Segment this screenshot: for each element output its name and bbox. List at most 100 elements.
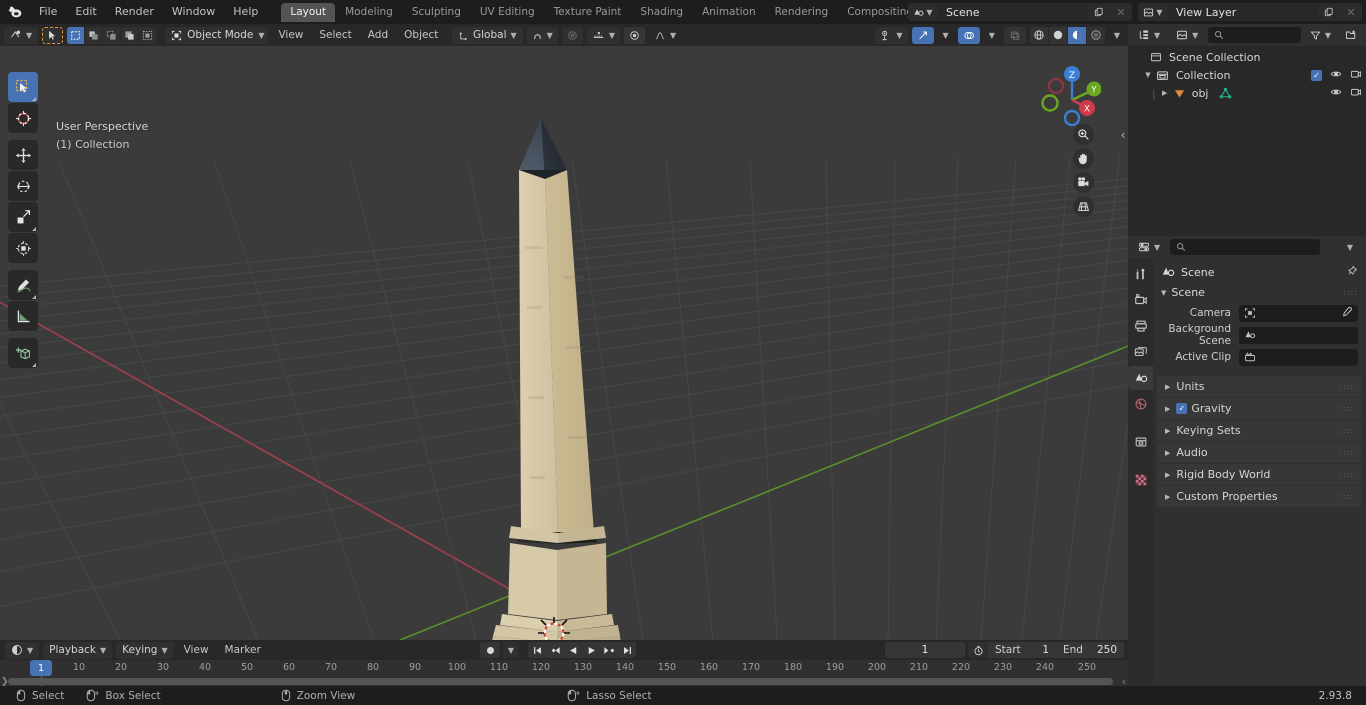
- new-scene-button[interactable]: [1088, 3, 1110, 21]
- collection-checkbox[interactable]: ✓: [1311, 69, 1322, 81]
- camera-eyedropper-icon[interactable]: [1341, 306, 1353, 321]
- camera-icon[interactable]: [1073, 172, 1094, 193]
- viewport-menu-select[interactable]: Select: [313, 27, 357, 44]
- auto-keyframe-button[interactable]: [480, 642, 500, 658]
- disclosure-triangle-collection[interactable]: ▼: [1142, 71, 1154, 79]
- unlink-scene-button[interactable]: ✕: [1110, 3, 1132, 21]
- auto-keyframe-dropdown[interactable]: ▼: [503, 642, 519, 658]
- wireframe-icon[interactable]: [1029, 26, 1048, 44]
- view-layer-name-field[interactable]: View Layer: [1168, 3, 1318, 21]
- timeline-menu-view[interactable]: View: [178, 642, 215, 659]
- active-clip-field[interactable]: [1239, 348, 1358, 366]
- previous-keyframe-button[interactable]: [546, 642, 564, 658]
- timeline-body[interactable]: 10 20 30 40 50 60 70 80 90 100 110 120 1…: [0, 660, 1128, 688]
- units-panel[interactable]: ▶ Units ::::: [1157, 376, 1362, 397]
- sidebar-toggle-arrow[interactable]: ‹: [1118, 124, 1128, 146]
- select-subtract-icon[interactable]: [103, 26, 121, 44]
- view-layer-icon[interactable]: ▼: [1138, 3, 1168, 21]
- snap-increment-icon[interactable]: ▼: [586, 26, 620, 44]
- jump-to-end-button[interactable]: [618, 642, 636, 658]
- cursor-tool[interactable]: [8, 103, 38, 133]
- outliner-row-scene-collection[interactable]: Scene Collection: [1128, 48, 1366, 66]
- properties-editor[interactable]: ▼ ▼ Scene ▼ Scene:::: Camera Background…: [1128, 236, 1366, 686]
- add-cube-tool[interactable]: [8, 338, 38, 368]
- properties-tab-tool[interactable]: [1128, 262, 1153, 286]
- scene-name-field[interactable]: Scene: [938, 3, 1088, 21]
- menu-file[interactable]: File: [30, 3, 66, 21]
- gravity-panel[interactable]: ▶ ✓ Gravity ::::: [1157, 398, 1362, 419]
- measure-tool[interactable]: [8, 301, 38, 331]
- disclosure-triangle-obj[interactable]: ▶: [1159, 89, 1171, 97]
- pan-hand-icon[interactable]: [1073, 148, 1094, 169]
- zoom-icon[interactable]: [1073, 124, 1094, 145]
- transform-tool[interactable]: [8, 233, 38, 263]
- scene-panel-header[interactable]: ▼ Scene ::::: [1153, 282, 1366, 303]
- play-reverse-button[interactable]: [564, 642, 582, 658]
- rendered-icon[interactable]: [1086, 26, 1105, 44]
- timeline-editor-icon[interactable]: ▼: [5, 641, 40, 659]
- transform-orientation-selector[interactable]: Global ▼: [452, 26, 523, 44]
- 3d-viewport[interactable]: User Perspective (1) Collection Z Y X ‹: [0, 46, 1128, 640]
- properties-tab-render[interactable]: [1128, 288, 1153, 312]
- gizmo-dropdown[interactable]: ▼: [938, 27, 954, 44]
- timeline-menu-marker[interactable]: Marker: [219, 642, 267, 659]
- outliner-editor[interactable]: ▼ ▼ ▼ Scene Collection ▼ Collection ✓ | …: [1128, 24, 1366, 236]
- proportional-edit-icon[interactable]: [561, 26, 583, 44]
- camera-field[interactable]: [1239, 304, 1358, 322]
- tab-layout[interactable]: Layout: [281, 2, 336, 22]
- pin-icon[interactable]: [1346, 265, 1358, 280]
- play-button[interactable]: [582, 642, 600, 658]
- properties-tab-output[interactable]: [1128, 314, 1153, 338]
- rotate-tool[interactable]: [8, 171, 38, 201]
- remove-view-layer-button[interactable]: ✕: [1340, 3, 1362, 21]
- tab-sculpting[interactable]: Sculpting: [403, 3, 470, 22]
- blender-logo-icon[interactable]: [0, 0, 30, 24]
- end-frame-field[interactable]: End 250: [1056, 642, 1124, 658]
- xray-icon[interactable]: [1003, 26, 1026, 44]
- gravity-checkbox[interactable]: ✓: [1176, 403, 1188, 414]
- current-frame-field[interactable]: 1: [885, 642, 965, 658]
- material-preview-icon[interactable]: [1067, 26, 1086, 44]
- timeline-menu-keying[interactable]: Keying ▼: [116, 641, 174, 659]
- audio-panel[interactable]: ▶ Audio ::::: [1157, 442, 1362, 463]
- menu-window[interactable]: Window: [163, 3, 224, 21]
- properties-tab-texture[interactable]: [1128, 468, 1153, 492]
- viewport-menu-add[interactable]: Add: [362, 27, 394, 44]
- snap-magnet-icon[interactable]: ▼: [526, 26, 558, 44]
- eye-icon[interactable]: [1330, 86, 1342, 101]
- properties-tab-view-layer[interactable]: [1128, 340, 1153, 364]
- tweak-tool[interactable]: [8, 72, 38, 102]
- tab-modeling[interactable]: Modeling: [336, 3, 402, 22]
- tab-shading[interactable]: Shading: [631, 3, 692, 22]
- scene-icon[interactable]: ▼: [908, 3, 938, 21]
- solid-icon[interactable]: [1048, 26, 1067, 44]
- playhead[interactable]: 1: [30, 660, 52, 676]
- outliner-editor-type-icon[interactable]: ▼: [1132, 26, 1167, 44]
- scene-selector[interactable]: ▼ Scene ✕: [908, 3, 1132, 21]
- properties-search-input[interactable]: [1170, 239, 1321, 255]
- viewport-menu-object[interactable]: Object: [398, 27, 444, 44]
- menu-help[interactable]: Help: [224, 3, 267, 21]
- move-tool[interactable]: [8, 140, 38, 170]
- properties-tab-scene[interactable]: [1128, 366, 1153, 390]
- jump-to-start-button[interactable]: [528, 642, 546, 658]
- custom-properties-panel[interactable]: ▶ Custom Properties ::::: [1157, 486, 1362, 507]
- select-invert-icon[interactable]: [121, 26, 139, 44]
- outliner-row-collection[interactable]: ▼ Collection ✓: [1128, 66, 1366, 84]
- scale-tool[interactable]: [8, 202, 38, 232]
- filter-icon[interactable]: ▼: [1304, 26, 1336, 44]
- gizmo-icon[interactable]: [911, 26, 934, 44]
- annotate-tool[interactable]: [8, 270, 38, 300]
- stopwatch-icon[interactable]: [968, 642, 988, 658]
- falloff-curve-icon[interactable]: ▼: [649, 27, 681, 44]
- visibility-icon[interactable]: ▼: [875, 26, 908, 44]
- timeline-ruler[interactable]: 10 20 30 40 50 60 70 80 90 100 110 120 1…: [0, 660, 1128, 686]
- camera-render-icon[interactable]: [1350, 86, 1362, 101]
- interaction-mode-selector[interactable]: Object Mode ▼: [166, 26, 269, 44]
- navigation-gizmo[interactable]: Z Y X: [1027, 56, 1102, 130]
- camera-render-icon[interactable]: [1350, 68, 1362, 83]
- keying-sets-panel[interactable]: ▶ Keying Sets ::::: [1157, 420, 1362, 441]
- properties-options-dropdown[interactable]: ▼: [1338, 238, 1362, 256]
- perspective-ortho-icon[interactable]: [1073, 196, 1094, 217]
- properties-tab-world[interactable]: [1128, 392, 1153, 416]
